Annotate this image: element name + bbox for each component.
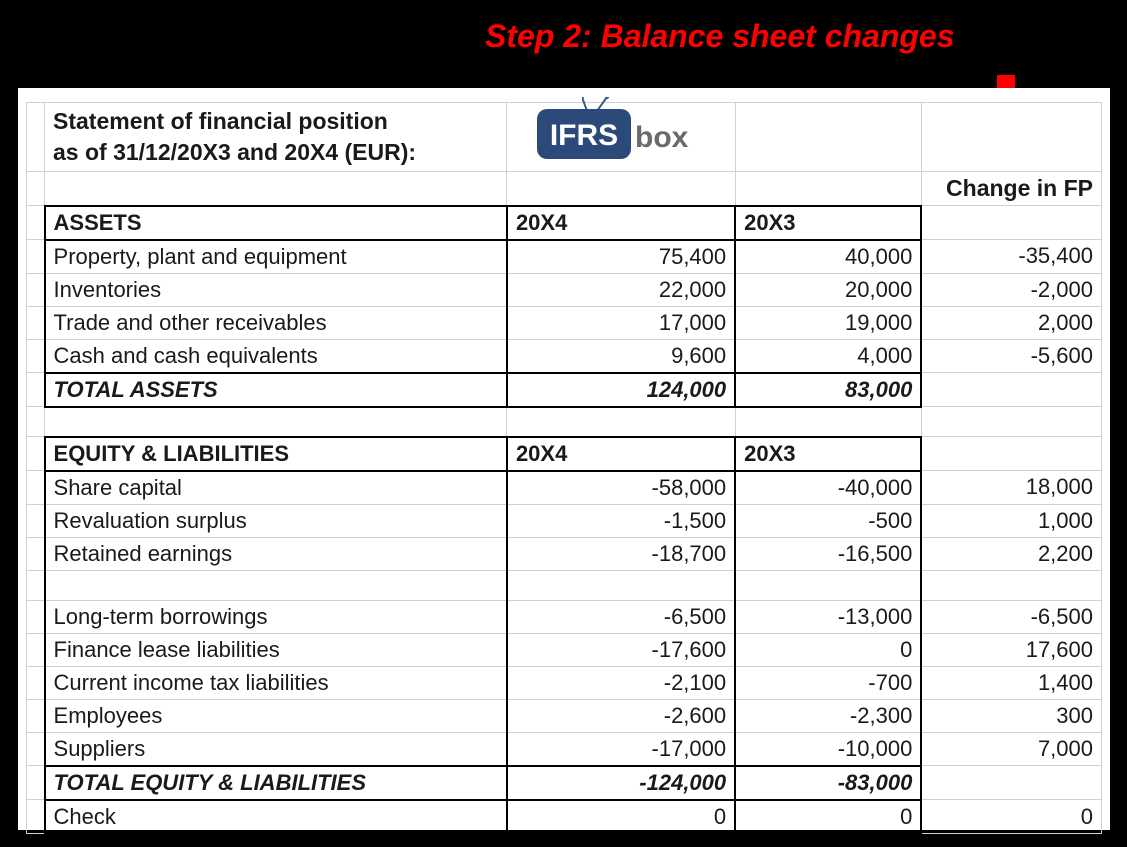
table-row: Cash and cash equivalents 9,600 4,000 -5…	[27, 339, 1102, 373]
table-row: Finance lease liabilities -17,600 0 17,6…	[27, 633, 1102, 666]
table-row: Current income tax liabilities -2,100 -7…	[27, 666, 1102, 699]
title-row: Statement of financial position as of 31…	[27, 103, 1102, 172]
assets-header: ASSETS	[45, 206, 507, 240]
svg-text:box: box	[635, 121, 689, 154]
assets-header-row: ASSETS 20X4 20X3	[27, 206, 1102, 240]
svg-text:IFRS: IFRS	[550, 119, 618, 152]
table-row: Employees -2,600 -2,300 300	[27, 699, 1102, 732]
total-assets-row: TOTAL ASSETS 124,000 83,000	[27, 373, 1102, 407]
table-row: Long-term borrowings -6,500 -13,000 -6,5…	[27, 600, 1102, 633]
total-equity-liab-row: TOTAL EQUITY & LIABILITIES -124,000 -83,…	[27, 766, 1102, 800]
financial-position-table: Statement of financial position as of 31…	[26, 102, 1102, 835]
table-row: Suppliers -17,000 -10,000 7,000	[27, 732, 1102, 766]
equity-liab-header: EQUITY & LIABILITIES	[45, 437, 507, 471]
change-header-row: Change in FP	[27, 172, 1102, 206]
spacer-row	[27, 407, 1102, 437]
check-row: Check 0 0 0	[27, 800, 1102, 834]
table-row: Revaluation surplus -1,500 -500 1,000	[27, 504, 1102, 537]
statement-title: Statement of financial position as of 31…	[45, 103, 507, 172]
equity-liab-header-row: EQUITY & LIABILITIES 20X4 20X3	[27, 437, 1102, 471]
step-title: Step 2: Balance sheet changes	[485, 18, 955, 55]
year-20x3-header: 20X3	[735, 206, 921, 240]
logo-cell: IFRS box	[507, 103, 735, 172]
spreadsheet-area: Statement of financial position as of 31…	[18, 88, 1110, 830]
table-row: Trade and other receivables 17,000 19,00…	[27, 306, 1102, 339]
ifrsbox-logo: IFRS box	[537, 107, 697, 162]
spacer-row	[27, 570, 1102, 600]
year-20x4-header: 20X4	[507, 206, 735, 240]
table-row: Property, plant and equipment 75,400 40,…	[27, 240, 1102, 274]
table-row: Retained earnings -18,700 -16,500 2,200	[27, 537, 1102, 570]
table-row: Share capital -58,000 -40,000 18,000	[27, 471, 1102, 505]
change-header: Change in FP	[921, 172, 1101, 206]
table-row: Inventories 22,000 20,000 -2,000	[27, 273, 1102, 306]
